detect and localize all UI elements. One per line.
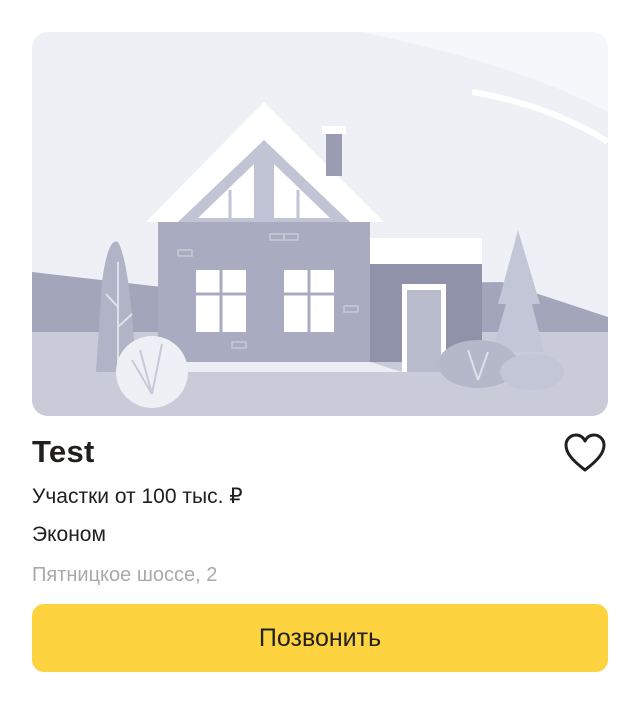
call-button[interactable]: Позвонить xyxy=(32,604,608,672)
class-text: Эконом xyxy=(32,523,106,546)
address-text: Пятницкое шоссе, 2 xyxy=(32,564,218,586)
house-illustration xyxy=(32,32,608,416)
listing-title[interactable]: Test xyxy=(32,434,95,470)
listing-card[interactable]: Test Участки от 100 тыс. ₽ Эконом Пятниц… xyxy=(32,32,608,672)
heart-icon[interactable] xyxy=(562,432,608,474)
title-row: Test xyxy=(32,416,608,488)
house-image[interactable] xyxy=(32,32,608,416)
